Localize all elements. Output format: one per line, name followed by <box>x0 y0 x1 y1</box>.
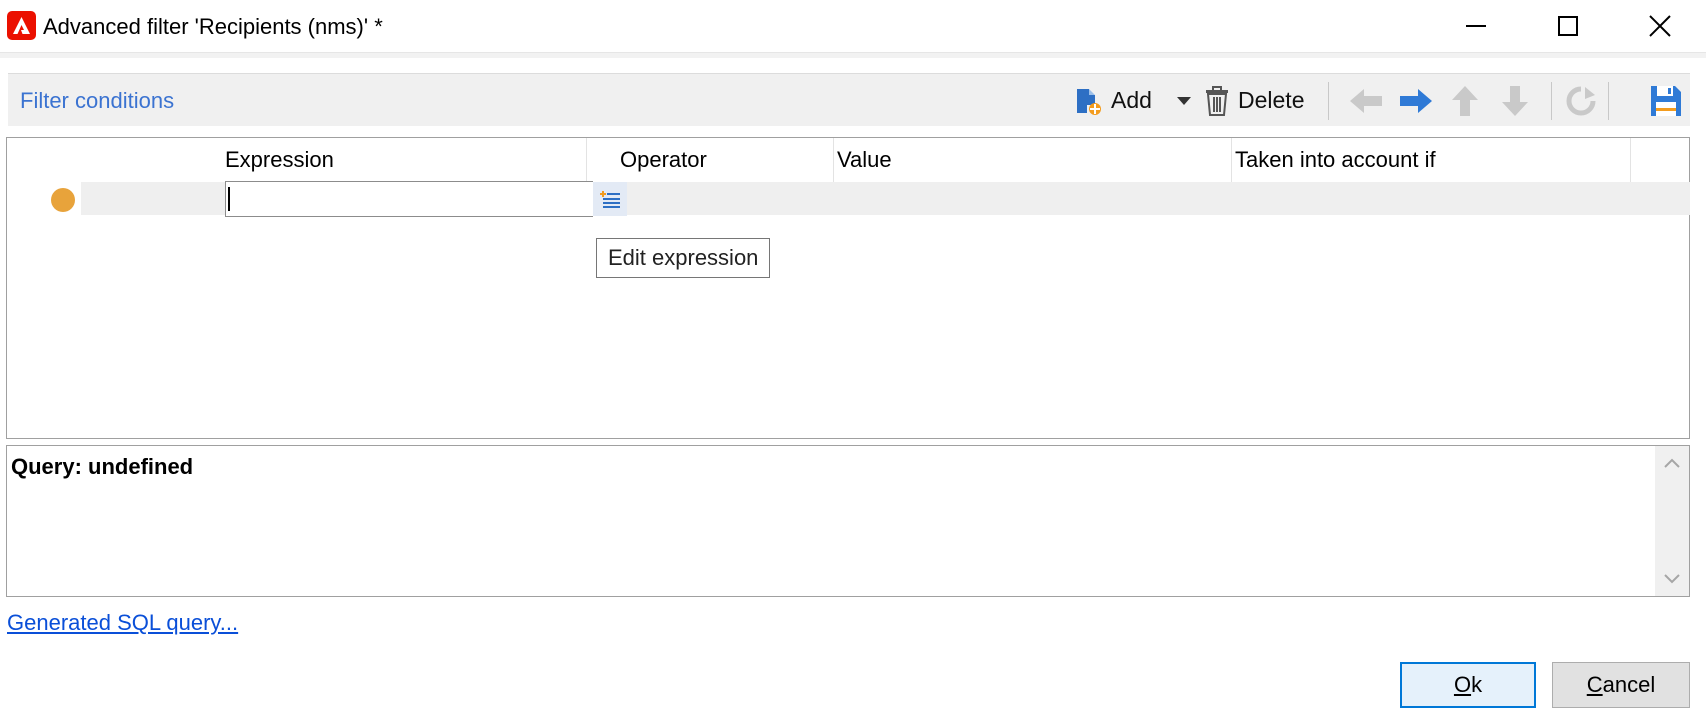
cancel-label: ancel <box>1602 672 1656 697</box>
row-status-icon <box>51 188 75 212</box>
column-header-value[interactable]: Value <box>835 138 1232 182</box>
cancel-mnemonic: C <box>1586 672 1603 697</box>
scroll-up-button[interactable] <box>1655 446 1689 480</box>
ok-button[interactable]: Ok <box>1400 662 1536 708</box>
edit-expression-icon <box>600 191 620 208</box>
title-separator <box>0 52 1706 58</box>
move-left-button[interactable] <box>1348 74 1384 127</box>
add-dropdown-button[interactable] <box>1176 74 1192 127</box>
add-button[interactable]: Add <box>1073 74 1152 127</box>
move-right-button[interactable] <box>1398 74 1434 127</box>
arrow-left-icon <box>1350 88 1382 113</box>
toolbar-title: Filter conditions <box>20 88 175 113</box>
text-cursor <box>228 187 230 211</box>
column-header-condition[interactable]: Taken into account if <box>1233 138 1631 182</box>
trash-icon <box>1206 85 1228 116</box>
query-panel: Query: undefined <box>6 445 1690 597</box>
conditions-grid: Expression Operator Value Taken into acc… <box>6 137 1690 439</box>
move-down-button[interactable] <box>1500 74 1530 127</box>
close-button[interactable] <box>1614 0 1706 52</box>
generated-sql-link[interactable]: Generated SQL query... <box>7 610 238 636</box>
chevron-up-icon <box>1664 458 1680 468</box>
ok-label: k <box>1471 672 1483 697</box>
delete-label: Delete <box>1238 87 1305 113</box>
maximize-button[interactable] <box>1522 0 1614 52</box>
column-header-operator[interactable]: Operator <box>618 138 834 182</box>
save-icon <box>1651 85 1681 116</box>
arrow-right-icon <box>1400 88 1432 113</box>
add-label: Add <box>1111 87 1152 113</box>
maximize-icon <box>1558 16 1578 36</box>
add-icon <box>1077 88 1101 115</box>
minimize-icon <box>1466 25 1486 27</box>
column-header-expression[interactable]: Expression <box>223 138 587 182</box>
arrow-down-icon <box>1502 85 1528 116</box>
refresh-icon <box>1566 86 1596 115</box>
toolbar-separator <box>1328 82 1329 120</box>
ok-mnemonic: O <box>1453 672 1472 697</box>
close-icon <box>1649 15 1671 37</box>
move-up-button[interactable] <box>1450 74 1480 127</box>
window-title: Advanced filter 'Recipients (nms)' * <box>43 14 383 39</box>
title-bar: Advanced filter 'Recipients (nms)' * <box>0 0 1706 52</box>
adobe-campaign-icon <box>7 11 36 40</box>
dropdown-arrow-icon <box>1177 96 1191 105</box>
expression-input[interactable] <box>225 181 593 217</box>
query-text: Query: undefined <box>11 454 194 479</box>
delete-button[interactable]: Delete <box>1204 74 1304 127</box>
toolbar-separator <box>1551 82 1552 120</box>
query-scrollbar[interactable] <box>1655 446 1689 596</box>
minimize-button[interactable] <box>1430 0 1522 52</box>
edit-expression-button[interactable] <box>593 182 627 216</box>
refresh-button[interactable] <box>1565 74 1597 127</box>
save-button[interactable] <box>1649 74 1683 127</box>
toolbar-separator <box>1608 82 1609 120</box>
chevron-down-icon <box>1664 574 1680 584</box>
arrow-up-icon <box>1452 85 1478 116</box>
cancel-button[interactable]: Cancel <box>1552 662 1690 708</box>
edit-expression-tooltip: Edit expression <box>596 238 771 278</box>
scroll-down-button[interactable] <box>1655 562 1689 596</box>
toolbar: Filter conditions Add Delete <box>8 73 1690 126</box>
